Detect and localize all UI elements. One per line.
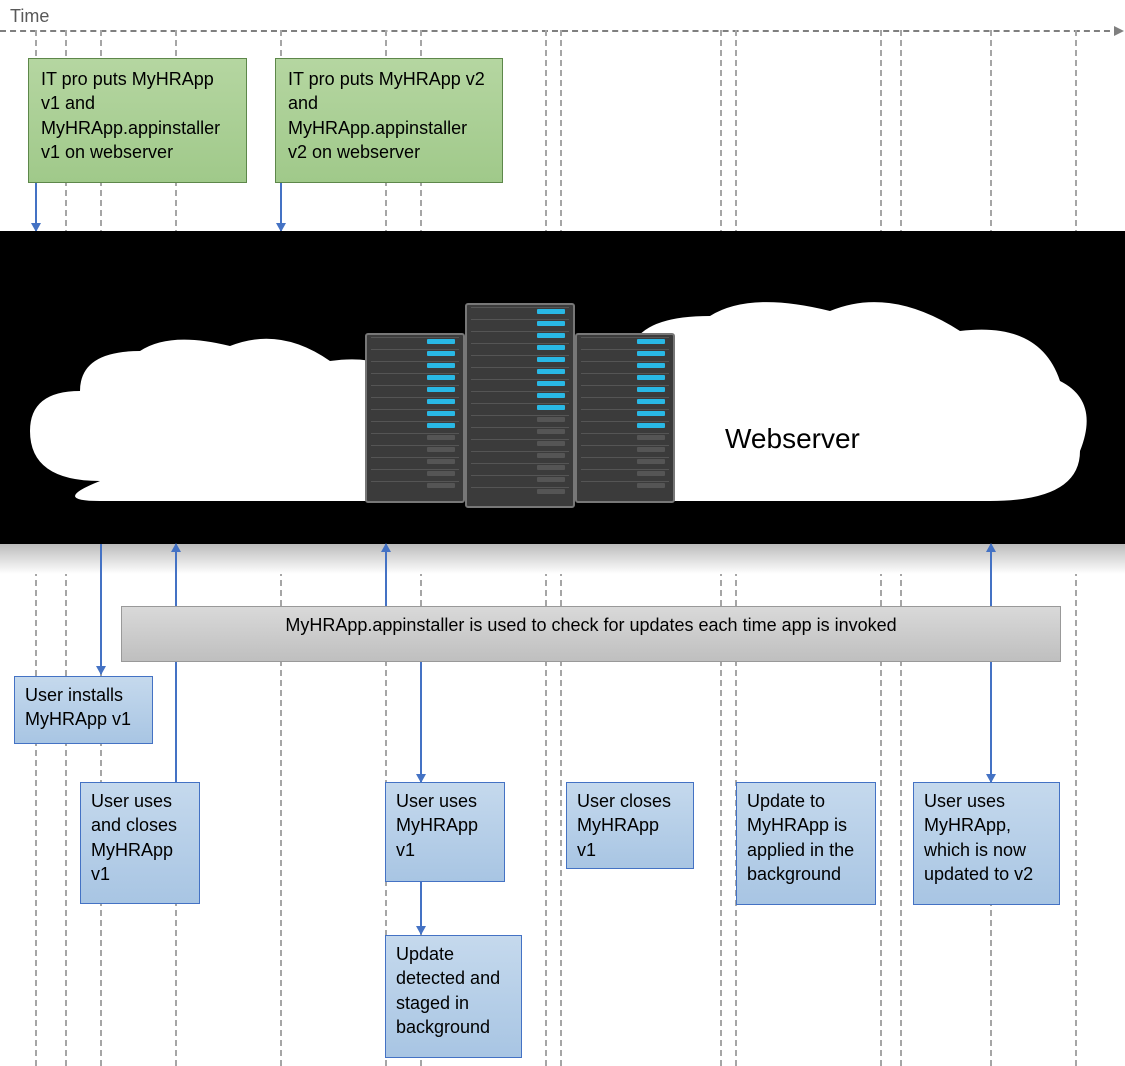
itpro-step: IT pro puts MyHRApp v1 and MyHRApp.appin… xyxy=(28,58,247,183)
server-rack-icon xyxy=(365,333,465,503)
user-step-uses-v1: User uses MyHRApp v1 xyxy=(385,782,505,882)
server-rack-icon xyxy=(465,303,575,508)
appinstaller-note: MyHRApp.appinstaller is used to check fo… xyxy=(121,606,1061,662)
arrow-down-icon xyxy=(35,183,37,231)
user-step-applied: Update to MyHRApp is applied in the back… xyxy=(736,782,876,905)
server-rack-icon xyxy=(575,333,675,503)
user-step-closes: User closes MyHRApp v1 xyxy=(566,782,694,869)
arrow-down-icon xyxy=(990,662,992,782)
arrow-down-icon xyxy=(420,882,422,934)
time-label: Time xyxy=(10,6,49,27)
itpro-step: IT pro puts MyHRApp v2 and MyHRApp.appin… xyxy=(275,58,503,183)
arrow-up-icon xyxy=(990,544,992,606)
user-step-uses-closes: User uses and closes MyHRApp v1 xyxy=(80,782,200,904)
user-step-install: User installs MyHRApp v1 xyxy=(14,676,153,744)
arrow-up-icon xyxy=(385,544,387,606)
arrow-down-icon xyxy=(280,183,282,231)
band-shadow xyxy=(0,544,1125,574)
user-step-updated-v2: User uses MyHRApp, which is now updated … xyxy=(913,782,1060,905)
user-step-update-detected: Update detected and staged in background xyxy=(385,935,522,1058)
arrow-down-icon xyxy=(420,662,422,782)
arrow-up-icon xyxy=(175,544,177,784)
webserver-label: Webserver xyxy=(725,423,860,455)
webserver-band: Webserver xyxy=(0,231,1125,544)
arrow-down-icon xyxy=(100,544,102,674)
